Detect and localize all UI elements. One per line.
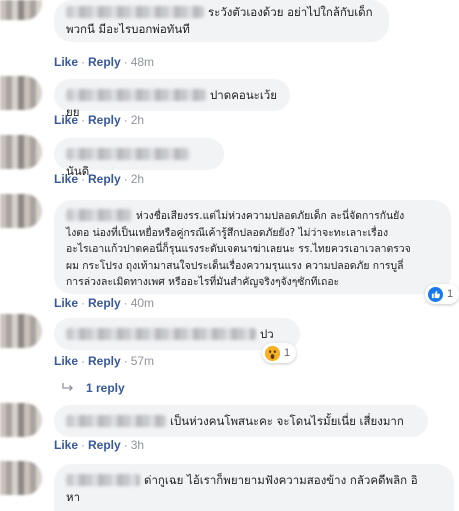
- avatar[interactable]: [0, 135, 42, 169]
- view-replies-link[interactable]: 1 reply: [62, 381, 125, 395]
- avatar[interactable]: [0, 314, 42, 348]
- comment-bubble: ห่วงชื่อเสียงรร.แต่ไม่ห่วงความปลอดภัยเด็…: [54, 200, 451, 294]
- avatar[interactable]: [0, 76, 42, 110]
- reaction-summary[interactable]: 1: [262, 343, 297, 363]
- comment-text-line: หา: [66, 490, 81, 504]
- comment-actions: Like · Reply · 2h: [54, 172, 145, 186]
- timestamp[interactable]: 2h: [131, 113, 144, 127]
- comment-bubble: ปาดคอนะเว้ยยย: [54, 79, 290, 119]
- timestamp[interactable]: 2h: [131, 172, 144, 186]
- author-name[interactable]: [66, 148, 190, 160]
- timestamp[interactable]: 48m: [131, 55, 154, 69]
- reply-link[interactable]: Reply: [88, 354, 121, 368]
- comment-bubble: นันดิ: [54, 138, 224, 178]
- wow-reaction-icon: [265, 345, 280, 361]
- comment-text-line: ระวังตัวเองด้วย อย่าไปใกล้กับเด็ก: [66, 4, 377, 21]
- comment-text-line: ผม กระโปรง ถุงเท้ามาสนใจประเด็นเรื่องควา…: [66, 259, 404, 272]
- reply-link[interactable]: Reply: [88, 55, 121, 69]
- timestamp[interactable]: 3h: [131, 438, 144, 452]
- like-link[interactable]: Like: [54, 55, 78, 69]
- avatar[interactable]: [0, 461, 42, 495]
- replies-count: 1 reply: [86, 381, 125, 395]
- comment-actions: Like · Reply · 57m: [54, 354, 155, 368]
- comment-bubble: เป็นห่วงคนโพสนะคะ จะโดนไรมั้ยเนี่ย เสี่ย…: [54, 405, 428, 437]
- reaction-count: 1: [447, 288, 454, 300]
- reply-link[interactable]: Reply: [88, 296, 121, 310]
- avatar[interactable]: [0, 194, 42, 228]
- comment-actions: Like · Reply · 48m: [54, 55, 155, 69]
- avatar[interactable]: [0, 0, 42, 20]
- timestamp[interactable]: 40m: [131, 296, 154, 310]
- comment-actions: Like · Reply · 3h: [54, 438, 145, 452]
- author-name[interactable]: [66, 474, 140, 486]
- reply-link[interactable]: Reply: [88, 113, 121, 127]
- comment-text-line: ด่ากูเฉย ไอ้เราก็พยายามฟังความสองข้าง กล…: [66, 472, 442, 489]
- like-link[interactable]: Like: [54, 172, 78, 186]
- reaction-count: 1: [284, 347, 291, 359]
- comment-text-line: ไงตอ น่องที่เป็นเหยื่อหรือคู่กรณีเค้ารู้…: [66, 226, 389, 239]
- comment-bubble: ระวังตัวเองด้วย อย่าไปใกล้กับเด็ก พวกนี …: [54, 0, 389, 42]
- like-reaction-icon: [428, 286, 443, 302]
- comment-text-line: พวกนี มีอะไรบอกพ่อทันที: [66, 22, 190, 36]
- comment-actions: Like · Reply · 40m: [54, 296, 155, 310]
- comment-text-line: อะไรเอาแก้วปาดคอนี่ก็รุนแรงระดับเจตนาฆ่า…: [66, 243, 411, 256]
- comment-bubble: ปว: [54, 318, 300, 350]
- reply-link[interactable]: Reply: [88, 438, 121, 452]
- author-name[interactable]: [66, 89, 206, 101]
- avatar[interactable]: [0, 403, 42, 437]
- timestamp[interactable]: 57m: [131, 354, 154, 368]
- reaction-summary[interactable]: 1: [425, 284, 459, 304]
- comment-bubble: ด่ากูเฉย ไอ้เราก็พยายามฟังความสองข้าง กล…: [54, 464, 454, 511]
- comment-text-line: การล่วงละเมิดทางเพศ หรืออะไรที่มันสำคัญจ…: [66, 276, 340, 289]
- reply-arrow-icon: [62, 381, 74, 395]
- comment-actions: Like · Reply · 2h: [54, 113, 145, 127]
- author-name[interactable]: [66, 415, 166, 427]
- comment-text-line: ห่วงชื่อเสียงรร.แต่ไม่ห่วงความปลอดภัยเด็…: [66, 208, 439, 225]
- reply-link[interactable]: Reply: [88, 172, 121, 186]
- like-link[interactable]: Like: [54, 113, 78, 127]
- like-link[interactable]: Like: [54, 354, 78, 368]
- like-link[interactable]: Like: [54, 438, 78, 452]
- author-name[interactable]: [66, 6, 204, 18]
- author-name[interactable]: [66, 209, 132, 221]
- author-name[interactable]: [66, 328, 256, 340]
- like-link[interactable]: Like: [54, 296, 78, 310]
